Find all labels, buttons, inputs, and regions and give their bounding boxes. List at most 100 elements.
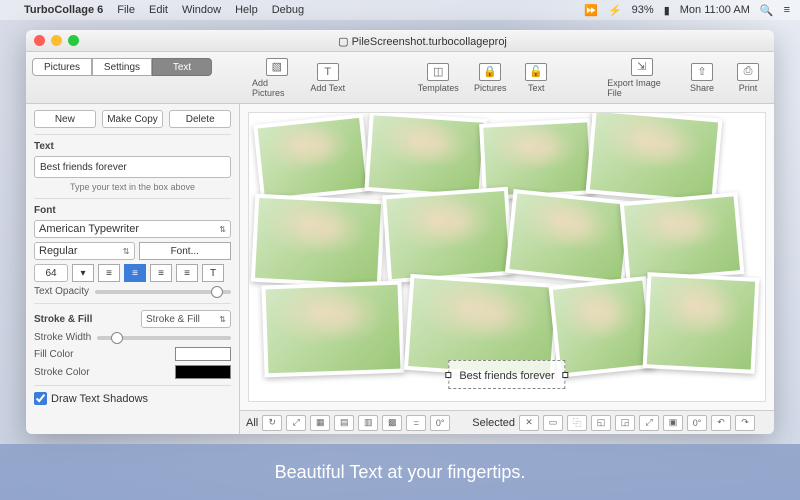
rotate-all-button[interactable]: 0° (430, 415, 450, 431)
tab-pictures[interactable]: Pictures (32, 58, 92, 76)
export-button[interactable]: ⇲Export Image File (607, 58, 676, 98)
crop-selected-button[interactable]: ⿻ (567, 415, 587, 431)
photo-tile[interactable] (251, 194, 385, 289)
battery-percent: 93% (632, 4, 654, 16)
menu-debug[interactable]: Debug (272, 4, 304, 16)
battery-outline-icon: ▮ (664, 4, 670, 17)
grid-all-button[interactable]: ▦ (310, 415, 330, 431)
align-right-button[interactable]: ≡ (150, 264, 172, 282)
menu-file[interactable]: File (117, 4, 135, 16)
print-button[interactable]: ⎙Print (728, 63, 768, 93)
export-icon: ⇲ (631, 58, 653, 76)
opacity-slider[interactable] (95, 290, 231, 294)
fit-selected-button[interactable]: ⤢ (639, 415, 659, 431)
lock-text-button[interactable]: 🔓Text (516, 63, 556, 93)
macos-menubar: TurboCollage 6 File Edit Window Help Deb… (0, 0, 800, 20)
photo-tile[interactable] (585, 112, 722, 205)
menu-help[interactable]: Help (235, 4, 258, 16)
rotate-ccw-button[interactable]: ↶ (711, 415, 731, 431)
photo-tile[interactable] (382, 187, 514, 284)
photo-tile[interactable] (643, 272, 760, 374)
grid4-button[interactable]: ▩ (382, 415, 402, 431)
resize-handle-left[interactable] (445, 372, 451, 378)
photo-tile[interactable] (253, 113, 371, 202)
spotlight-icon[interactable]: 🔍 (760, 4, 774, 17)
expand-all-button[interactable]: ⤢ (286, 415, 306, 431)
photo-tile[interactable] (620, 192, 745, 284)
text-box-button[interactable]: T (202, 264, 224, 282)
chevron-updown-icon: ⇅ (219, 225, 226, 234)
close-window-button[interactable] (34, 35, 45, 46)
stroke-mode-select[interactable]: Stroke & Fill⇅ (141, 310, 231, 328)
font-family-select[interactable]: American Typewriter⇅ (34, 220, 231, 238)
clock[interactable]: Mon 11:00 AM (680, 4, 750, 16)
marketing-caption: Beautiful Text at your fingertips. (0, 444, 800, 500)
font-panel-button[interactable]: Font... (139, 242, 232, 260)
add-text-button[interactable]: TAdd Text (308, 63, 348, 93)
battery-icon[interactable]: ⚡ (608, 4, 622, 17)
delete-text-button[interactable]: Delete (169, 110, 231, 128)
rotate-selected-button[interactable]: 0° (687, 415, 707, 431)
remove-selected-button[interactable]: ✕ (519, 415, 539, 431)
align-left-button[interactable]: ≡ (98, 264, 120, 282)
zoom-window-button[interactable] (68, 35, 79, 46)
align-justify-button[interactable]: ≡ (176, 264, 198, 282)
templates-icon: ◫ (427, 63, 449, 81)
fill-color-label: Fill Color (34, 349, 73, 360)
stroke-section-heading: Stroke & Fill (34, 314, 92, 325)
all-label: All (246, 417, 258, 429)
app-window: ▢ PileScreenshot.turbocollageproj Pictur… (26, 30, 774, 434)
align-center-button[interactable]: ≡ (124, 264, 146, 282)
grid3-button[interactable]: ▥ (358, 415, 378, 431)
tab-text[interactable]: Text (152, 58, 212, 76)
font-size-input[interactable] (34, 264, 68, 282)
fill-color-swatch[interactable] (175, 347, 231, 361)
rotate-cw-button[interactable]: ↷ (735, 415, 755, 431)
photo-tile[interactable] (261, 281, 404, 378)
menu-window[interactable]: Window (182, 4, 221, 16)
collage-canvas[interactable]: Best friends forever (248, 112, 766, 402)
frame-selected-button[interactable]: ▭ (543, 415, 563, 431)
app-name[interactable]: TurboCollage 6 (24, 4, 103, 16)
lock-pictures-button[interactable]: 🔒Pictures (470, 63, 510, 93)
tab-settings[interactable]: Settings (92, 58, 152, 76)
canvas-bottom-toolbar: All ↻ ⤢ ▦ ▤ ▥ ▩ = 0° Selected ✕ ▭ ⿻ ◱ ◲ … (240, 410, 774, 434)
canvas-area: Best friends forever All ↻ ⤢ ▦ ▤ ▥ ▩ = 0… (240, 104, 774, 434)
canvas-text-overlay[interactable]: Best friends forever (448, 360, 565, 389)
share-button[interactable]: ⇧Share (682, 63, 722, 93)
lock-icon: 🔒 (479, 63, 501, 81)
stroke-width-slider[interactable] (97, 336, 231, 340)
grid2-button[interactable]: ▤ (334, 415, 354, 431)
text-inspector-sidebar: New Make Copy Delete Text Type your text… (26, 104, 240, 434)
new-text-button[interactable]: New (34, 110, 96, 128)
equalize-button[interactable]: = (406, 415, 426, 431)
opacity-label: Text Opacity (34, 286, 89, 297)
chevron-updown-icon: ⇅ (219, 315, 226, 324)
print-icon: ⎙ (737, 63, 759, 81)
add-pictures-button[interactable]: ▧Add Pictures (252, 58, 302, 98)
fast-user-icon[interactable]: ⏩ (584, 4, 598, 17)
window-filename: ▢ PileScreenshot.turbocollageproj (79, 34, 766, 48)
picture-plus-icon: ▧ (266, 58, 288, 76)
stroke-color-swatch[interactable] (175, 365, 231, 379)
text-content-input[interactable] (34, 156, 231, 178)
shuffle-all-button[interactable]: ↻ (262, 415, 282, 431)
sidebar-tabs: Pictures Settings Text (32, 58, 212, 76)
templates-button[interactable]: ◫Templates (418, 63, 458, 93)
minimize-window-button[interactable] (51, 35, 62, 46)
menu-edit[interactable]: Edit (149, 4, 168, 16)
chevron-down-icon[interactable]: ▾ (72, 264, 94, 282)
resize-handle-right[interactable] (563, 372, 569, 378)
stroke-color-label: Stroke Color (34, 367, 90, 378)
font-style-select[interactable]: Regular⇅ (34, 242, 135, 260)
doc-icon: ▢ (338, 36, 351, 48)
bring-front-button[interactable]: ◲ (615, 415, 635, 431)
photo-tile[interactable] (505, 189, 633, 285)
font-section-heading: Font (34, 205, 231, 216)
menu-extras-icon[interactable]: ≡ (784, 4, 790, 16)
draw-shadows-checkbox[interactable]: Draw Text Shadows (34, 392, 231, 405)
photo-tile[interactable] (364, 112, 487, 199)
send-back-button[interactable]: ◱ (591, 415, 611, 431)
fill-selected-button[interactable]: ▣ (663, 415, 683, 431)
make-copy-button[interactable]: Make Copy (102, 110, 164, 128)
